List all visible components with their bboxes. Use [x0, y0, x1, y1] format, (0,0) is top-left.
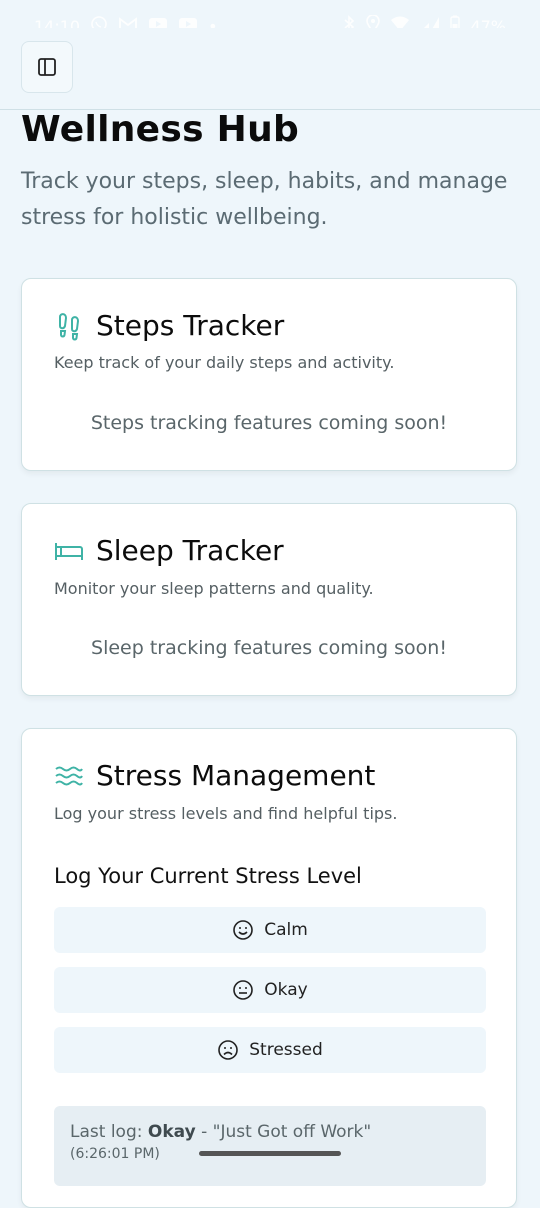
home-indicator[interactable]	[199, 1151, 341, 1156]
last-log-line: Last log: Okay - "Just Got off Work"	[70, 1122, 470, 1142]
stress-option-label: Okay	[264, 980, 308, 1000]
page-subtitle: Track your steps, sleep, habits, and man…	[21, 169, 508, 230]
stress-option-okay-button[interactable]: Okay	[54, 967, 486, 1013]
steps-card-description: Keep track of your daily steps and activ…	[54, 353, 395, 372]
sidebar-panel-icon	[38, 58, 56, 76]
stress-option-calm-button[interactable]: Calm	[54, 907, 486, 953]
stress-card-description: Log your stress levels and find helpful …	[54, 804, 398, 823]
app-bar	[0, 28, 540, 110]
stress-card-header: Stress Management	[54, 759, 375, 792]
last-log-separator: -	[201, 1122, 208, 1142]
steps-card-title: Steps Tracker	[96, 309, 285, 342]
neutral-face-icon	[233, 980, 254, 1000]
sleep-card-description: Monitor your sleep patterns and quality.	[54, 579, 374, 598]
steps-tracker-card: Steps Tracker Keep track of your daily s…	[21, 278, 517, 471]
sidebar-toggle-button[interactable]	[21, 41, 73, 93]
stress-option-label: Calm	[264, 920, 308, 940]
last-log-note: "Just Got off Work"	[212, 1122, 372, 1142]
last-log-prefix: Last log:	[70, 1122, 143, 1142]
stress-management-card: Stress Management Log your stress levels…	[21, 728, 517, 1208]
sleep-card-title: Sleep Tracker	[96, 534, 284, 567]
bed-icon	[55, 542, 83, 560]
last-stress-log: Last log: Okay - "Just Got off Work" (6:…	[54, 1106, 486, 1186]
steps-coming-soon: Steps tracking features coming soon!	[90, 412, 448, 434]
frown-icon	[218, 1040, 239, 1060]
stress-log-heading: Log Your Current Stress Level	[54, 864, 362, 888]
page-title: Wellness Hub	[21, 109, 300, 150]
last-log-level: Okay	[147, 1122, 196, 1142]
sleep-coming-soon: Sleep tracking features coming soon!	[91, 637, 447, 659]
waves-icon	[55, 766, 83, 785]
stress-option-stressed-button[interactable]: Stressed	[54, 1027, 486, 1073]
stress-card-title: Stress Management	[96, 759, 376, 792]
stress-option-label: Stressed	[249, 1040, 323, 1060]
sleep-card-header: Sleep Tracker	[54, 534, 284, 567]
smile-icon	[233, 920, 254, 940]
sleep-tracker-card: Sleep Tracker Monitor your sleep pattern…	[21, 503, 517, 696]
footprints-icon	[59, 312, 80, 340]
steps-card-header: Steps Tracker	[54, 309, 284, 342]
